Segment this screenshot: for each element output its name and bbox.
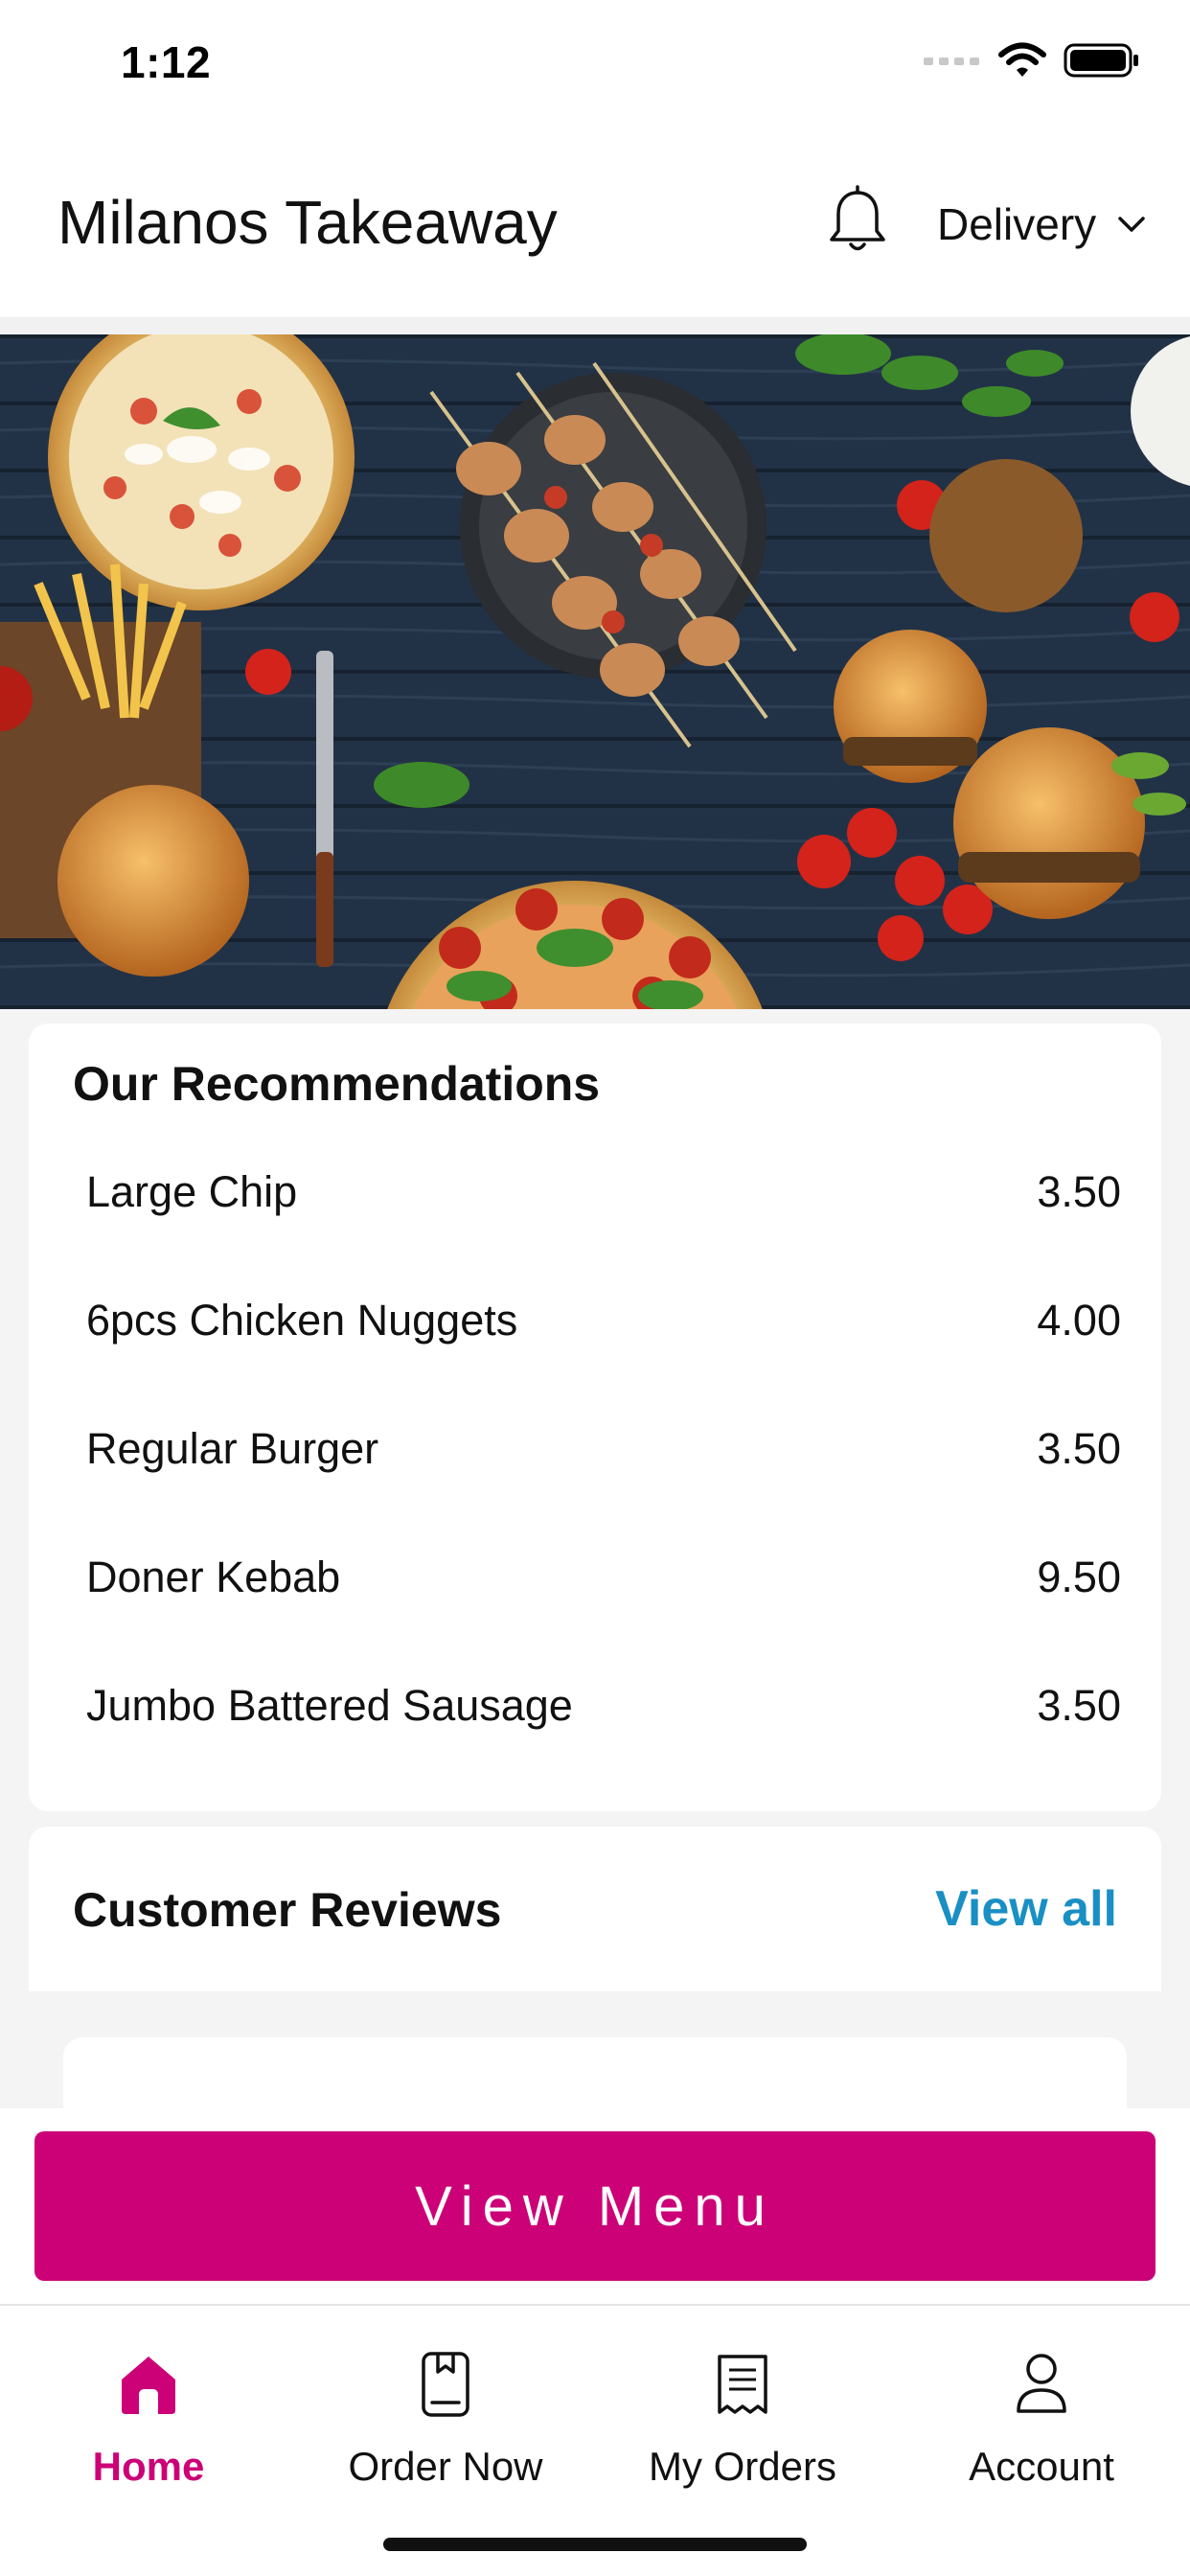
- delivery-mode-select[interactable]: Delivery: [937, 198, 1146, 250]
- nav-order-now-label: Order Now: [348, 2444, 543, 2489]
- cellular-signal-icon: [924, 58, 979, 65]
- recommendations-list: Large Chip 3.50 6pcs Chicken Nuggets 4.0…: [86, 1167, 1121, 1809]
- recommendations-card: Our Recommendations Large Chip 3.50 6pcs…: [29, 1024, 1161, 1811]
- recommendation-name: Regular Burger: [86, 1424, 379, 1473]
- view-all-reviews-link[interactable]: View all: [935, 1880, 1117, 1938]
- recommendation-name: Large Chip: [86, 1167, 298, 1216]
- recommendation-price: 3.50: [1037, 1424, 1121, 1473]
- nav-my-orders[interactable]: My Orders: [594, 2344, 891, 2490]
- chevron-down-icon: [1118, 217, 1145, 232]
- recommendations-title: Our Recommendations: [73, 1057, 601, 1111]
- recommendation-price: 3.50: [1037, 1681, 1121, 1730]
- recommendation-name: Doner Kebab: [86, 1552, 341, 1601]
- app-header: Milanos Takeaway Delivery: [0, 129, 1190, 317]
- status-time: 1:12: [121, 37, 212, 87]
- nav-home-label: Home: [92, 2444, 205, 2489]
- header-divider: [0, 317, 1190, 334]
- nav-order-now[interactable]: Order Now: [297, 2344, 594, 2490]
- battery-icon: [1064, 43, 1138, 78]
- customer-reviews-title: Customer Reviews: [73, 1883, 502, 1937]
- app-title: Milanos Takeaway: [57, 188, 558, 257]
- bottom-nav: Home Order Now My Orders Account: [0, 2306, 1190, 2576]
- home-indicator[interactable]: [383, 2538, 807, 2551]
- status-icons: [924, 42, 1140, 79]
- nav-account[interactable]: Account: [893, 2344, 1190, 2490]
- nav-home[interactable]: Home: [0, 2344, 297, 2490]
- recommendation-item[interactable]: Large Chip 3.50: [86, 1167, 1121, 1296]
- delivery-mode-label: Delivery: [937, 199, 1097, 249]
- food-banner-image: [0, 334, 1190, 1009]
- recommendation-item[interactable]: Jumbo Battered Sausage 3.50: [86, 1681, 1121, 1809]
- home-icon: [122, 2357, 175, 2414]
- nav-my-orders-label: My Orders: [648, 2444, 836, 2489]
- recommendation-item[interactable]: Doner Kebab 9.50: [86, 1552, 1121, 1681]
- recommendation-item[interactable]: Regular Burger 3.50: [86, 1424, 1121, 1552]
- view-menu-button[interactable]: View Menu: [34, 2131, 1156, 2281]
- recommendation-price: 3.50: [1037, 1167, 1121, 1216]
- nav-account-label: Account: [969, 2444, 1114, 2489]
- order-book-icon: [422, 2352, 469, 2417]
- status-bar: 1:12: [0, 0, 1190, 129]
- receipt-icon: [718, 2355, 767, 2414]
- wifi-icon: [998, 42, 1046, 77]
- bell-icon[interactable]: [826, 185, 889, 258]
- recommendation-name: 6pcs Chicken Nuggets: [86, 1296, 518, 1345]
- recommendation-price: 4.00: [1037, 1296, 1121, 1345]
- recommendation-item[interactable]: 6pcs Chicken Nuggets 4.00: [86, 1296, 1121, 1424]
- user-icon: [1017, 2354, 1066, 2413]
- recommendation-name: Jumbo Battered Sausage: [86, 1681, 573, 1730]
- recommendation-price: 9.50: [1037, 1552, 1121, 1601]
